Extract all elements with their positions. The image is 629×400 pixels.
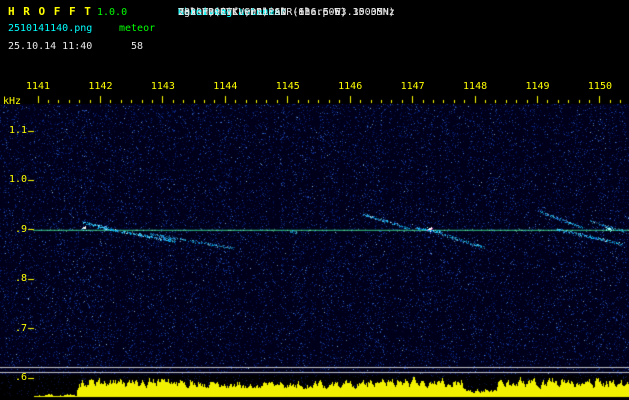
spectrogram-canvas bbox=[0, 62, 629, 400]
info-value: 2el-HB9CV Vertical (el. E-W) bbox=[178, 7, 347, 18]
datetime-label: 25.10.14 11:40 bbox=[8, 41, 93, 52]
app-title: H R O F F T bbox=[8, 5, 92, 18]
mode-label: meteor bbox=[119, 23, 156, 34]
app-version: 1.0.0 bbox=[97, 7, 128, 18]
output-filename: 2510141140.png bbox=[8, 23, 93, 34]
hrofft-window: H R O F F T 1.0.0 2510141140.png meteor … bbox=[0, 0, 629, 400]
echo-count: 58 bbox=[131, 41, 144, 52]
